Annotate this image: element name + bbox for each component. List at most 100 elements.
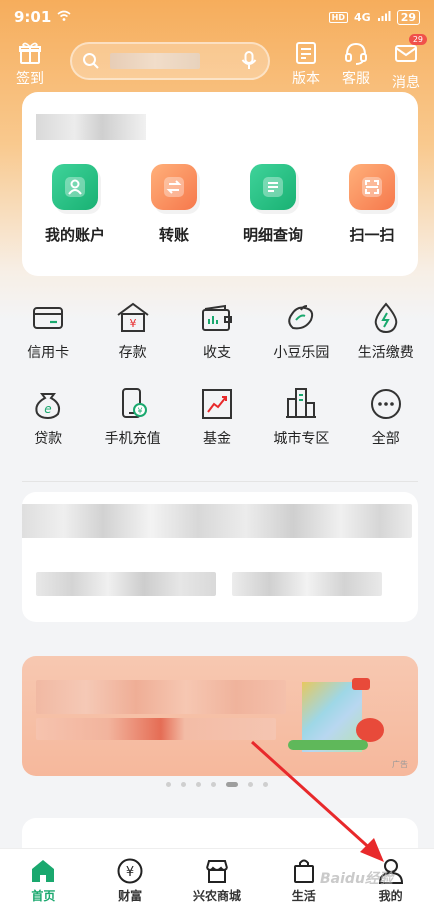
transfer-button[interactable]: 转账 [150,164,197,245]
tab-mall-label: 兴农商城 [192,889,241,903]
details-query-label: 明细查询 [242,226,303,244]
my-account-label: 我的账户 [44,226,105,244]
ad-label: 广告 [392,760,408,769]
details-icon [249,164,296,210]
info-card[interactable] [22,492,418,622]
deposit-label: 存款 [118,345,147,361]
watermark-text: Baidu经验 [320,871,393,887]
loan-icon: e [35,393,61,420]
blurred-banner-subtext [36,718,276,740]
city-zone-button[interactable]: 城市专区 [260,386,342,472]
signal-icon [377,10,391,25]
fund-button[interactable]: 基金 [176,386,258,472]
wealth-icon: ¥ [117,858,143,884]
tab-home-label: 首页 [31,889,56,903]
pagination-dot[interactable] [181,782,186,787]
services-grid: 信用卡 ¥ 存款 收支 小豆乐园 生活缴费 e 贷款 ¥ 手机充值 基金 城市专… [0,300,434,472]
divider [22,481,418,482]
pagination-dot-active[interactable] [226,782,238,787]
utility-payment-label: 生活缴费 [357,345,414,361]
pagination-dot[interactable] [211,782,216,787]
city-zone-label: 城市专区 [273,431,330,447]
gift-icon [19,42,41,64]
status-bar: 9:01 HD 4G 29 [0,0,434,34]
home-icon [32,860,55,882]
customer-service-label: 客服 [342,71,370,87]
messages-button[interactable]: 29 消息 [392,34,427,92]
scan-button[interactable]: 扫一扫 [348,164,395,245]
city-icon [286,388,317,418]
utility-payment-button[interactable]: 生活缴费 [345,300,427,386]
svg-text:¥: ¥ [126,865,134,880]
hd-icon: HD [328,11,348,23]
version-icon [296,42,316,64]
credit-card-label: 信用卡 [27,345,70,361]
tab-profile-label: 我的 [378,889,403,903]
credit-card-button[interactable]: 信用卡 [7,300,89,386]
fund-icon [201,389,232,419]
phone-topup-button[interactable]: ¥ 手机充值 [92,386,174,472]
pagination-dot[interactable] [196,782,201,787]
more-icon [370,389,401,419]
fund-label: 基金 [202,431,231,447]
tab-mall[interactable]: 兴农商城 [177,857,257,904]
mall-icon [206,860,228,883]
bean-park-button[interactable]: 小豆乐园 [260,300,342,386]
top-header: 签到 版本 客服 29 消息 [0,34,434,92]
loan-button[interactable]: e 贷款 [7,386,89,472]
customer-service-button[interactable]: 客服 [342,40,370,88]
headset-icon [345,42,367,65]
microphone-icon[interactable] [240,51,258,71]
scan-icon [348,164,395,210]
utility-icon [374,302,398,334]
tab-wealth[interactable]: ¥ 财富 [90,857,170,904]
network-label: 4G [354,10,371,24]
svg-text:e: e [44,402,51,416]
blurred-text-line [232,572,382,596]
deposit-button[interactable]: ¥ 存款 [92,300,174,386]
bean-icon [288,305,314,330]
account-name-blurred [36,114,146,140]
status-time: 9:01 [14,8,52,26]
scan-label: 扫一扫 [349,226,395,244]
message-badge: 29 [408,34,427,45]
battery-level: 29 [400,10,416,24]
wifi-icon [57,10,71,25]
tab-life-label: 生活 [291,889,316,903]
search-input[interactable] [70,42,270,80]
all-services-button[interactable]: 全部 [345,386,427,472]
svg-text:¥: ¥ [129,317,136,330]
promo-banner[interactable]: 广告 [22,656,418,776]
account-icon [51,164,98,210]
banner-illustration [286,678,386,758]
sign-in-button[interactable]: 签到 [16,40,44,88]
blurred-text-line [36,572,216,596]
pagination-dot[interactable] [263,782,268,787]
pagination-dot[interactable] [166,782,171,787]
tab-wealth-label: 财富 [118,889,143,903]
messages-label: 消息 [392,75,420,91]
tab-home[interactable]: 首页 [3,857,83,904]
transfer-icon [150,164,197,210]
battery-icon: 29 [396,9,420,25]
bean-park-label: 小豆乐园 [273,345,330,361]
phone-topup-icon: ¥ [121,388,147,418]
account-card: 我的账户 转账 明细查询 扫一扫 [22,92,418,276]
wallet-icon [201,304,232,331]
credit-card-icon [33,307,64,329]
phone-topup-label: 手机充值 [104,431,161,447]
pagination-dot[interactable] [248,782,253,787]
all-services-label: 全部 [371,431,400,447]
my-account-button[interactable]: 我的账户 [45,164,105,245]
version-button[interactable]: 版本 [292,40,320,88]
blurred-banner-text [36,680,286,714]
income-expense-button[interactable]: 收支 [176,300,258,386]
income-expense-label: 收支 [202,345,231,361]
details-query-button[interactable]: 明细查询 [243,164,303,245]
search-placeholder-blurred [110,53,200,69]
search-icon [83,53,99,69]
sign-in-label: 签到 [16,71,44,87]
svg-text:¥: ¥ [137,407,142,416]
banner-pagination [0,782,434,787]
transfer-label: 转账 [158,226,189,244]
